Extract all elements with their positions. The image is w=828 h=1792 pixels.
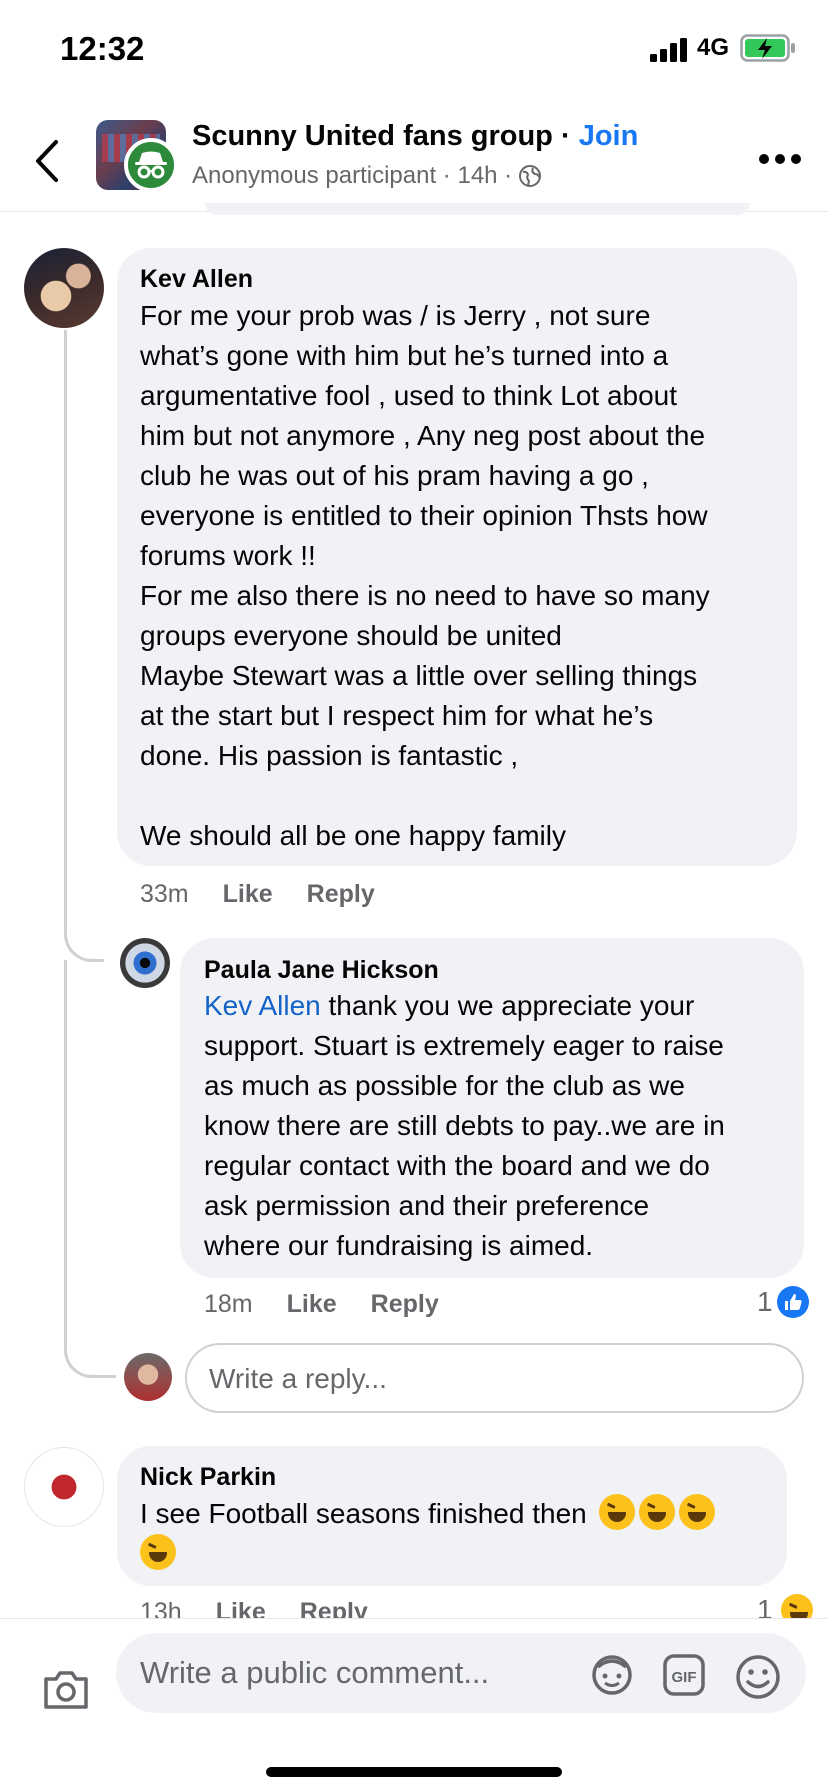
group-title[interactable]: Scunny United fans group · Join (192, 120, 638, 153)
group-name[interactable]: Scunny United fans group (192, 120, 553, 152)
comment-placeholder: Write a public comment... (140, 1655, 490, 1690)
previous-comment-edge (205, 203, 750, 215)
comment-composer: Write a public comment... GIF (0, 1618, 828, 1792)
comment-line: I see Football seasons finished then (140, 1498, 587, 1529)
comment-line: For me your prob was / is Jerry , not su… (140, 300, 651, 331)
camera-icon[interactable] (42, 1669, 90, 1711)
comment-time: 33m (140, 880, 189, 908)
like-button[interactable]: Like (287, 1290, 337, 1319)
reply-placeholder: Write a reply... (209, 1363, 387, 1394)
comment-actions: 18m Like Reply (204, 1290, 439, 1319)
thread-line (64, 960, 67, 1305)
comment-line: We should all be one happy family (140, 820, 566, 851)
laughing-emoji-icon (140, 1534, 176, 1570)
comment-text: Kev Allen thank you we appreciate your s… (204, 986, 725, 1266)
avatar-sticker-icon[interactable] (590, 1653, 634, 1697)
comment-line: support. Stuart is extremely eager to ra… (204, 1030, 724, 1061)
reply-button[interactable]: Reply (371, 1290, 439, 1319)
thread-connector (64, 1300, 116, 1378)
comment-author[interactable]: Nick Parkin (140, 1463, 276, 1492)
comment-line: argumentative fool , used to think Lot a… (140, 380, 678, 411)
network-label: 4G (697, 34, 730, 61)
avatar[interactable] (24, 1447, 104, 1527)
avatar[interactable] (120, 938, 170, 988)
svg-text:GIF: GIF (672, 1669, 697, 1686)
battery-icon (740, 34, 795, 62)
comment-text: For me your prob was / is Jerry , not su… (140, 296, 710, 856)
laughing-emoji-icon (638, 1494, 675, 1530)
comment-time: 18m (204, 1290, 253, 1318)
comment-line: ask permission and their preference (204, 1190, 650, 1221)
reaction-count: 1 (757, 1286, 773, 1317)
comment-text: I see Football seasons finished then (140, 1494, 715, 1574)
comment-line: thank you we appreciate your (320, 990, 695, 1021)
comment-line: Maybe Stewart was a little over selling … (140, 660, 698, 691)
comment-line: him but not anymore , Any neg post about… (140, 420, 706, 451)
comment-line: at the start but I respect him for what … (140, 700, 654, 731)
reaction-summary[interactable]: 1 (757, 1286, 809, 1318)
comment-author[interactable]: Kev Allen (140, 265, 253, 294)
comment-author[interactable]: Paula Jane Hickson (204, 956, 439, 985)
comment-line: regular contact with the board and we do (204, 1150, 710, 1181)
comment-line: forums work !! (140, 540, 316, 571)
comment-line: where our fundraising is aimed. (204, 1230, 594, 1261)
avatar (124, 1353, 172, 1401)
gif-icon[interactable]: GIF (662, 1653, 706, 1697)
reply-input[interactable]: Write a reply... (185, 1343, 804, 1413)
thread-connector (64, 900, 104, 962)
laughing-emoji-icon (598, 1494, 635, 1530)
thread-line (64, 330, 67, 930)
laughing-emoji-icon (678, 1494, 715, 1530)
avatar[interactable] (24, 248, 104, 328)
comment-line: For me also there is no need to have so … (140, 580, 710, 611)
join-button[interactable]: Join (579, 120, 639, 152)
comment-line: everyone is entitled to their opinion Th… (140, 500, 708, 531)
home-indicator (266, 1767, 562, 1777)
comment-line: what’s gone with him but he’s turned int… (140, 340, 669, 371)
title-separator: · (552, 120, 579, 152)
comment-line (140, 776, 710, 816)
emoji-icon[interactable] (734, 1653, 782, 1701)
more-icon[interactable] (758, 152, 802, 166)
post-subtitle: Anonymous participant · 14h · (192, 162, 542, 190)
signal-icon (650, 38, 687, 62)
comment-line: as much as possible for the club as we (204, 1070, 685, 1101)
comment-line: groups everyone should be united (140, 620, 562, 651)
back-icon[interactable] (30, 138, 70, 184)
comment-line: know there are still debts to pay..we ar… (204, 1110, 725, 1141)
globe-icon (519, 165, 542, 187)
comment-line: done. His passion is fantastic , (140, 740, 519, 771)
comment-line: club he was out of his pram having a go … (140, 460, 649, 491)
anonymous-icon (124, 138, 178, 192)
like-button[interactable]: Like (223, 880, 273, 909)
status-time: 12:32 (60, 30, 145, 67)
reply-button[interactable]: Reply (307, 880, 375, 909)
mention-link[interactable]: Kev Allen (204, 990, 321, 1021)
post-meta: Anonymous participant · 14h · (192, 162, 513, 189)
like-icon (776, 1286, 809, 1318)
status-bar: 12:32 4G (0, 0, 828, 100)
group-post-header: Scunny United fans group · Join Anonymou… (0, 100, 828, 212)
comment-actions: 33m Like Reply (140, 880, 375, 909)
